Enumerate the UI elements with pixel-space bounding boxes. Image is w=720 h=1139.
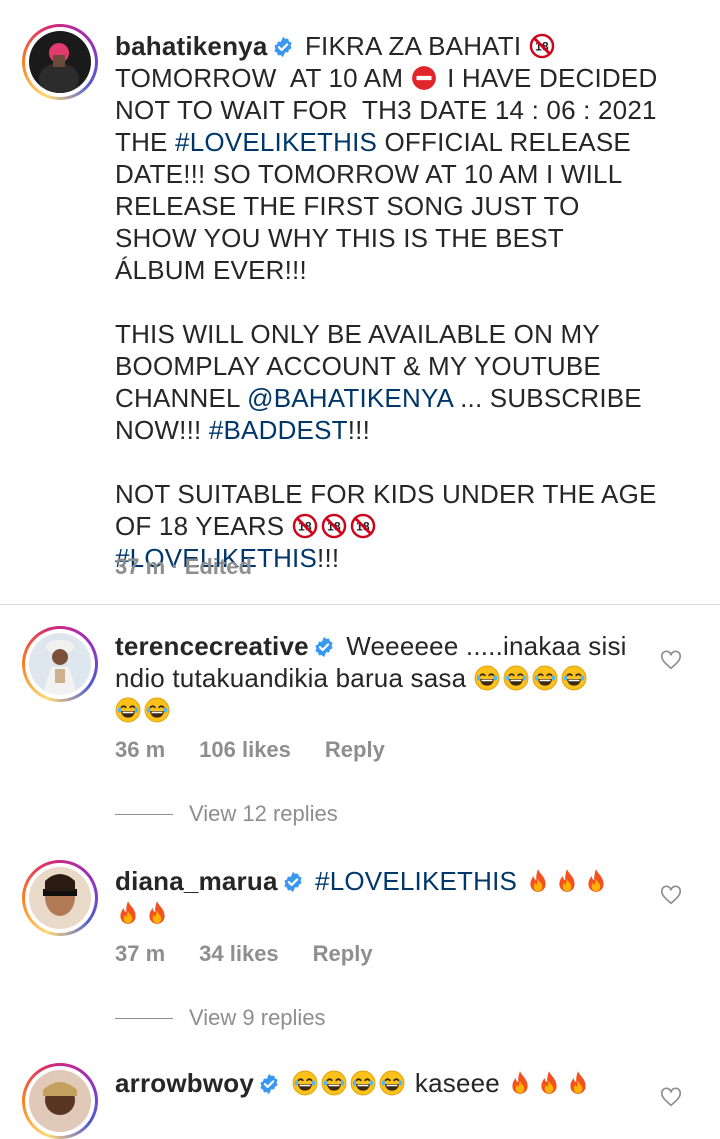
post-meta: 37 m · Edited bbox=[115, 554, 286, 580]
comment-text: arrowbwoy kaseee bbox=[115, 1067, 660, 1099]
laughing-emoji-icon bbox=[292, 1070, 318, 1096]
post-timestamp: 37 m · Edited bbox=[115, 554, 252, 579]
laughing-emoji-icon bbox=[350, 1070, 376, 1096]
fire-emoji-icon bbox=[507, 1070, 533, 1096]
fire-emoji-icon bbox=[583, 868, 609, 894]
reply-button[interactable]: Reply bbox=[325, 737, 385, 762]
verified-badge-icon bbox=[313, 636, 335, 658]
view-replies-label: View 12 replies bbox=[189, 801, 338, 826]
comment-username[interactable]: terencecreative bbox=[115, 631, 309, 661]
avatar-terencecreative[interactable] bbox=[22, 626, 98, 702]
fire-emoji-icon bbox=[536, 1070, 562, 1096]
hashtag-link[interactable]: #LOVELIKETHIS bbox=[175, 127, 377, 157]
laughing-emoji-icon bbox=[474, 665, 500, 691]
fire-emoji-icon bbox=[554, 868, 580, 894]
heart-outline-icon[interactable] bbox=[660, 1086, 682, 1108]
comment-meta: 36 m 106 likes Reply bbox=[115, 737, 419, 763]
comment-timestamp: 36 m bbox=[115, 737, 166, 762]
divider bbox=[115, 813, 173, 815]
reply-button[interactable]: Reply bbox=[313, 941, 373, 966]
verified-badge-icon bbox=[258, 1073, 280, 1095]
comment-meta: 37 m 34 likes Reply bbox=[115, 941, 407, 967]
post-caption: bahatikenya FIKRA ZA BAHATI TOMORROW AT … bbox=[115, 30, 660, 574]
view-replies-button[interactable]: View 12 replies bbox=[115, 801, 338, 827]
laughing-emoji-icon bbox=[144, 697, 170, 723]
avatar-diana-marua[interactable] bbox=[22, 860, 98, 936]
fire-emoji-icon bbox=[525, 868, 551, 894]
view-replies-label: View 9 replies bbox=[189, 1005, 326, 1030]
verified-badge-icon bbox=[282, 871, 304, 893]
hashtag-link[interactable]: #LOVELIKETHIS bbox=[315, 866, 517, 896]
view-replies-button[interactable]: View 9 replies bbox=[115, 1005, 326, 1031]
caption-text: OFFICIAL RELEASE DATE!!! SO TOMORROW AT … bbox=[115, 127, 631, 413]
no-under-18-icon bbox=[529, 33, 555, 59]
caption-text: !!! bbox=[317, 543, 340, 573]
no-under-18-icon bbox=[350, 513, 376, 539]
no-under-18-icon bbox=[321, 513, 347, 539]
heart-outline-icon[interactable] bbox=[660, 649, 682, 671]
laughing-emoji-icon bbox=[379, 1070, 405, 1096]
divider bbox=[0, 604, 720, 605]
comment-username[interactable]: diana_marua bbox=[115, 866, 278, 896]
avatar-bahatikenya[interactable] bbox=[22, 24, 98, 100]
no-under-18-icon bbox=[292, 513, 318, 539]
laughing-emoji-icon bbox=[561, 665, 587, 691]
fire-emoji-icon bbox=[565, 1070, 591, 1096]
laughing-emoji-icon bbox=[532, 665, 558, 691]
fire-emoji-icon bbox=[144, 900, 170, 926]
comment-username[interactable]: arrowbwoy bbox=[115, 1068, 254, 1098]
fire-emoji-icon bbox=[115, 900, 141, 926]
comment-timestamp: 37 m bbox=[115, 941, 166, 966]
likes-count[interactable]: 106 likes bbox=[199, 737, 291, 762]
caption-text: FIKRA ZA BAHATI bbox=[304, 31, 529, 61]
caption-text: TOMORROW AT 10 AM bbox=[115, 63, 404, 93]
comment-body: kaseee bbox=[407, 1068, 508, 1098]
laughing-emoji-icon bbox=[115, 697, 141, 723]
divider bbox=[115, 1017, 173, 1019]
avatar-arrowbwoy[interactable] bbox=[22, 1063, 98, 1139]
likes-count[interactable]: 34 likes bbox=[199, 941, 279, 966]
comment-text: terencecreative Weeeeee .....inakaa sisi… bbox=[115, 630, 660, 726]
mention-link[interactable]: @BAHATIKENYA bbox=[247, 383, 453, 413]
laughing-emoji-icon bbox=[321, 1070, 347, 1096]
hashtag-link[interactable]: #BADDEST bbox=[209, 415, 348, 445]
post-username[interactable]: bahatikenya bbox=[115, 31, 268, 61]
verified-badge-icon bbox=[272, 36, 294, 58]
comment-text: diana_marua #LOVELIKETHIS bbox=[115, 865, 660, 929]
laughing-emoji-icon bbox=[503, 665, 529, 691]
heart-outline-icon[interactable] bbox=[660, 884, 682, 906]
no-entry-icon bbox=[411, 65, 437, 91]
